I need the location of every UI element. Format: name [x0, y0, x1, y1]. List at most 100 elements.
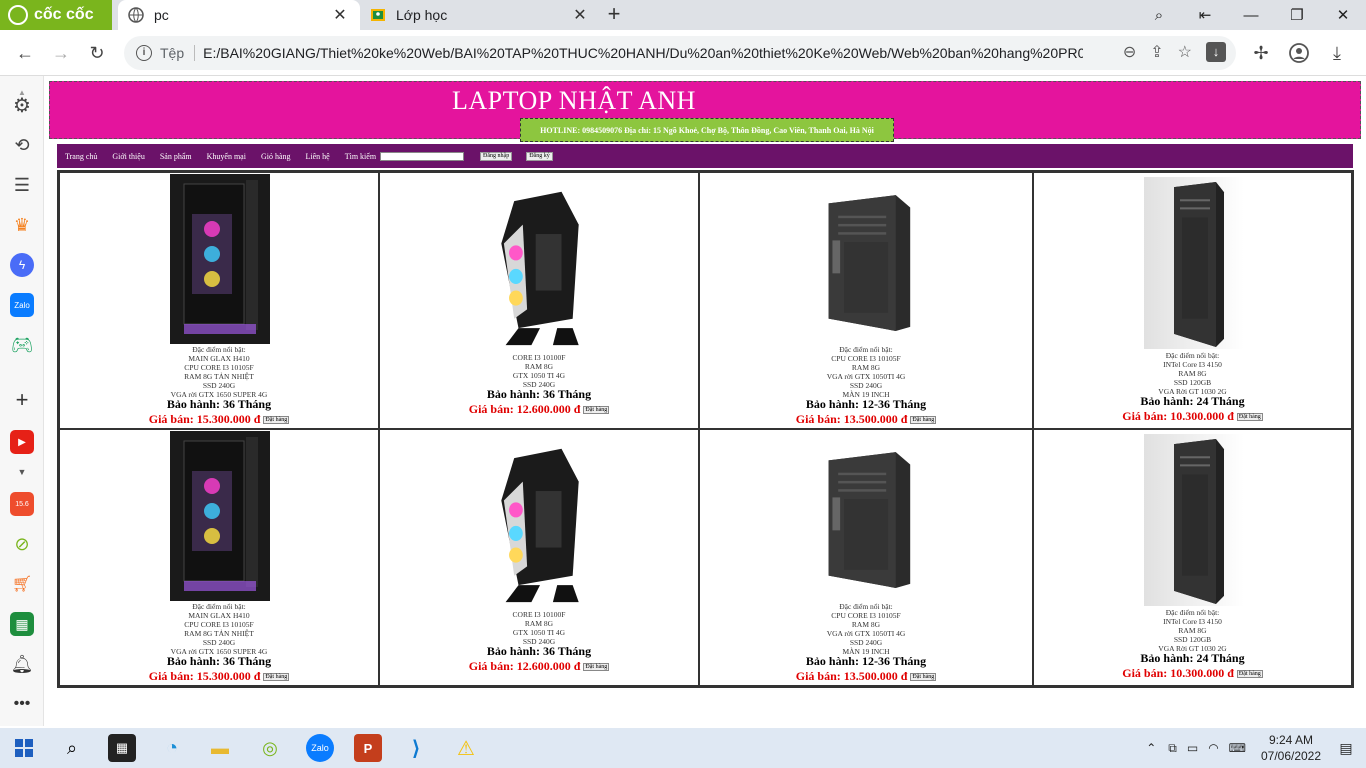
- vscode-icon[interactable]: ⟩: [402, 734, 430, 762]
- login-button[interactable]: Đăng nhập: [480, 151, 513, 161]
- cart-icon[interactable]: 🛒︎: [10, 572, 34, 596]
- nav-products[interactable]: Sản phẩm: [160, 152, 192, 161]
- nav-promotions[interactable]: Khuyến mại: [207, 152, 246, 161]
- profile-icon[interactable]: [1284, 38, 1314, 68]
- new-tab-button[interactable]: +: [602, 3, 626, 27]
- close-tab-icon[interactable]: ✕: [330, 5, 350, 25]
- scroll-down-icon[interactable]: ▼: [10, 460, 34, 484]
- nav-cart[interactable]: Giỏ hàng: [261, 152, 291, 161]
- powerpoint-icon[interactable]: P: [354, 734, 382, 762]
- file-explorer-icon[interactable]: ▬: [206, 734, 234, 762]
- spec-line: Đặc điểm nổi bật:: [1165, 351, 1220, 360]
- tray-chevron-icon[interactable]: ⌃: [1146, 741, 1156, 755]
- minimize-icon[interactable]: —: [1228, 0, 1274, 30]
- coccoc-taskbar-icon[interactable]: ◎: [256, 734, 284, 762]
- spec-line: RAM 8G: [851, 620, 881, 629]
- web-page: LAPTOP NHẬT ANH HOTLINE: 0984509076 Địa …: [44, 76, 1366, 726]
- warranty-text: Bảo hành: 12-36 Tháng: [805, 397, 927, 411]
- price-text: Giá bán: 15.300.000 đ: [148, 669, 261, 683]
- search-icon[interactable]: ⌕: [58, 734, 86, 762]
- crown-icon[interactable]: ♛: [10, 213, 34, 237]
- bookmark-star-icon[interactable]: ☆: [1178, 42, 1192, 62]
- order-button[interactable]: Đặt hàng: [583, 662, 610, 671]
- product-card: Đặc điểm nổi bật: INTel Core I3 4150 RAM 8…: [1033, 172, 1352, 429]
- order-button[interactable]: Đặt hàng: [910, 415, 937, 424]
- battery-icon[interactable]: ▭: [1187, 741, 1198, 755]
- register-button[interactable]: Đăng ký: [526, 151, 553, 161]
- coccoc-extension-icon[interactable]: ⊘: [10, 532, 34, 556]
- product-image[interactable]: [497, 187, 583, 347]
- site-info-icon[interactable]: i: [136, 45, 152, 61]
- order-button[interactable]: Đặt hàng: [263, 415, 290, 424]
- tab-search-icon[interactable]: ⌕: [1136, 0, 1182, 30]
- search-label: Tìm kiếm: [344, 151, 377, 161]
- tab-pc[interactable]: pc ✕: [118, 0, 360, 30]
- game-controller-icon[interactable]: 🎮︎: [10, 333, 34, 357]
- keyboard-icon[interactable]: ⌨: [1229, 741, 1246, 755]
- restore-icon[interactable]: ❐: [1274, 0, 1320, 30]
- youtube-icon[interactable]: ▶: [10, 430, 34, 454]
- shopee-icon[interactable]: 15.6: [10, 492, 34, 516]
- clock[interactable]: 9:24 AM 07/06/2022: [1256, 732, 1326, 764]
- warning-icon[interactable]: ⚠: [452, 734, 480, 762]
- tab-lop-hoc[interactable]: Lớp học ✕: [360, 0, 600, 30]
- downloads-icon[interactable]: ⤓: [1322, 38, 1352, 68]
- spec-line: GTX 1050 TI 4G: [512, 628, 566, 637]
- product-image[interactable]: [819, 448, 915, 588]
- notifications-icon[interactable]: ▤: [1326, 740, 1366, 757]
- close-window-icon[interactable]: ✕: [1320, 0, 1366, 30]
- nav-contact[interactable]: Liên hệ: [306, 152, 330, 161]
- close-tab-icon[interactable]: ✕: [570, 5, 590, 25]
- share-icon[interactable]: ⇪: [1150, 42, 1163, 62]
- add-sidebar-icon[interactable]: +: [10, 387, 34, 412]
- order-button[interactable]: Đặt hàng: [1236, 669, 1263, 678]
- notification-bell-icon[interactable]: 🔔︎: [10, 652, 34, 676]
- back-history-icon[interactable]: ⇤: [1182, 0, 1228, 30]
- more-icon[interactable]: •••: [10, 692, 34, 716]
- price-row: Giá bán: 10.300.000 đ Đặt hàng: [1034, 409, 1351, 424]
- order-button[interactable]: Đặt hàng: [910, 672, 937, 681]
- history-icon[interactable]: ⟲: [10, 133, 34, 157]
- tab-title: pc: [154, 7, 169, 23]
- search-input[interactable]: [380, 151, 465, 161]
- product-image[interactable]: [1144, 434, 1244, 606]
- coccoc-brand[interactable]: cốc cốc: [0, 0, 112, 30]
- product-image[interactable]: [819, 191, 915, 331]
- product-image[interactable]: [170, 431, 270, 601]
- order-button[interactable]: Đặt hàng: [583, 405, 610, 414]
- product-description: CORE I3 10100F RAM 8G GTX 1050 TI 4G SSD 24…: [380, 353, 698, 389]
- edge-icon[interactable]: ◔: [158, 734, 186, 762]
- browser-sidebar: ▲ ⚙ ⟲ ☰ ♛ ϟ Zalo 🎮︎ + ▶ ▼ 15.6 ⊘ 🛒︎ ▦ 🔔︎…: [0, 76, 44, 726]
- order-button[interactable]: Đặt hàng: [1236, 412, 1263, 421]
- back-icon[interactable]: ←: [10, 38, 40, 68]
- warranty-text: Bảo hành: 24 Tháng: [1140, 394, 1245, 408]
- zalo-icon[interactable]: Zalo: [10, 293, 34, 317]
- address-bar[interactable]: i Tệp E:/BAI%20GIANG/Thiet%20ke%20Web/BA…: [124, 36, 1236, 70]
- spec-line: SSD 120GB: [1173, 635, 1212, 644]
- sheets-icon[interactable]: ▦: [10, 612, 34, 636]
- store-icon[interactable]: ▦: [108, 734, 136, 762]
- extensions-icon[interactable]: ✢: [1246, 38, 1276, 68]
- spec-line: INTel Core I3 4150: [1163, 360, 1222, 369]
- nav-home[interactable]: Trang chủ: [65, 152, 97, 161]
- reload-icon[interactable]: ↻: [82, 38, 112, 68]
- wifi-icon[interactable]: ◠: [1208, 741, 1218, 755]
- messenger-icon[interactable]: ϟ: [10, 253, 34, 277]
- windows-start-icon[interactable]: [10, 734, 38, 762]
- settings-icon[interactable]: ⚙: [10, 93, 34, 117]
- zoom-out-icon[interactable]: ⊖: [1123, 42, 1136, 62]
- forward-icon[interactable]: →: [46, 38, 76, 68]
- spec-line: RAM 8G: [524, 362, 554, 371]
- spec-line: SSD 240G: [849, 381, 883, 390]
- url-text[interactable]: E:/BAI%20GIANG/Thiet%20ke%20Web/BAI%20TA…: [203, 45, 1083, 61]
- order-button[interactable]: Đặt hàng: [263, 672, 290, 681]
- product-image[interactable]: [497, 444, 583, 604]
- meet-now-icon[interactable]: ⧉: [1168, 741, 1177, 756]
- reading-list-icon[interactable]: ☰: [10, 173, 34, 197]
- spec-line: CPU CORE I3 10105F: [831, 354, 901, 363]
- nav-about[interactable]: Giới thiệu: [112, 152, 144, 161]
- download-page-icon[interactable]: ↓: [1206, 42, 1226, 62]
- zalo-taskbar-icon[interactable]: Zalo: [306, 734, 334, 762]
- product-image[interactable]: [170, 174, 270, 344]
- product-image[interactable]: [1144, 177, 1244, 349]
